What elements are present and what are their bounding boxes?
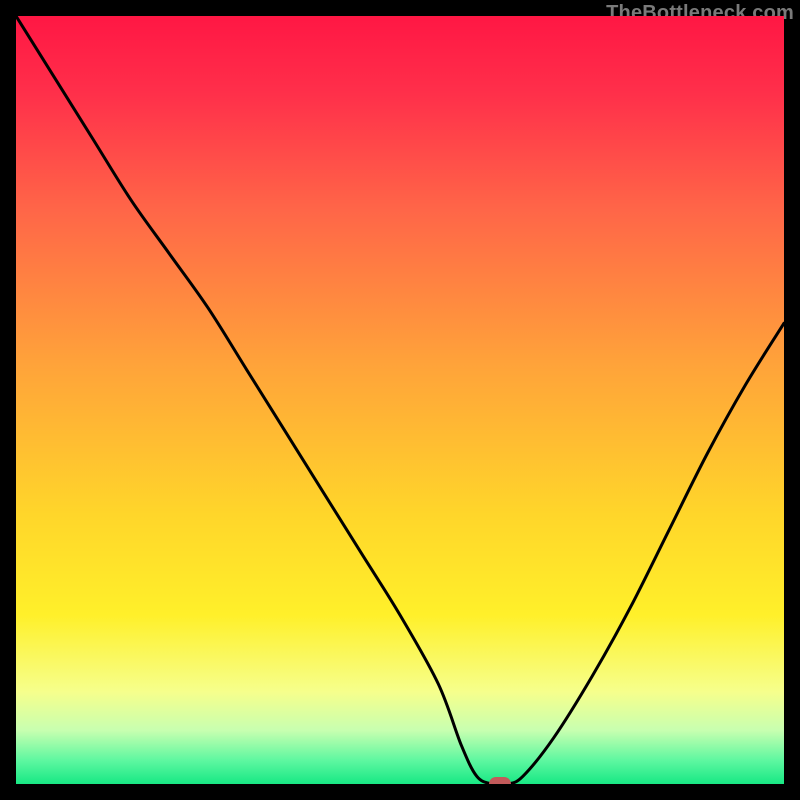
bottleneck-curve: [16, 16, 784, 784]
optimal-point-marker: [489, 777, 511, 784]
chart-frame: TheBottleneck.com: [0, 0, 800, 800]
plot-area: [16, 16, 784, 784]
curve-layer: [16, 16, 784, 784]
